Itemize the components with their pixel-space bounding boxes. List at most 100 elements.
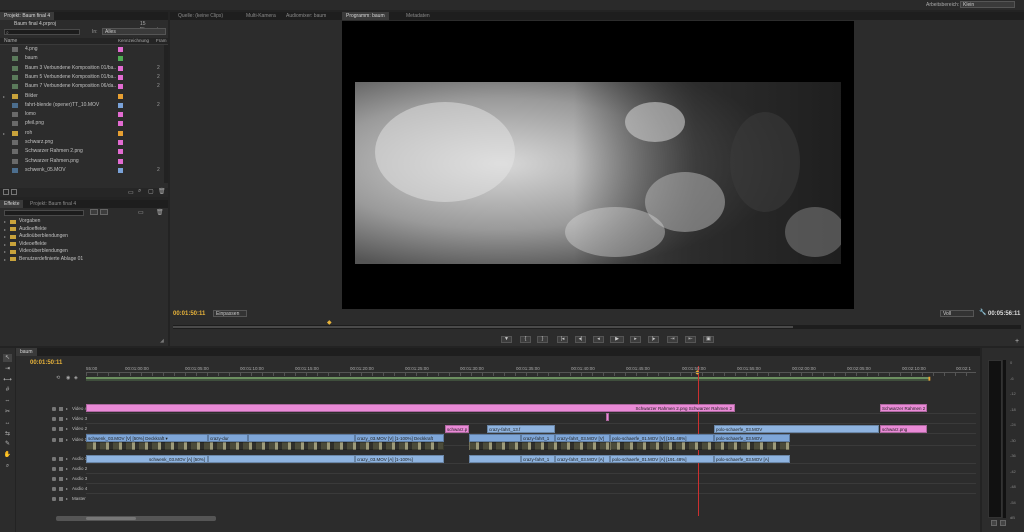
timeline-clip[interactable]: polo-schaerfe_01.MOV [V] [191.48%] xyxy=(610,434,714,442)
eye-icon[interactable] xyxy=(52,407,56,411)
timeline-clip-segment[interactable] xyxy=(248,434,355,442)
project-item[interactable]: Schwarzer Rahmen.png xyxy=(0,157,164,166)
timeline-clip[interactable]: crazy-dur xyxy=(208,434,248,442)
transport-button[interactable]: |◂ xyxy=(557,336,568,343)
track-header[interactable]: ▸ Audio 4 xyxy=(42,484,102,493)
label-color-swatch[interactable] xyxy=(118,56,123,62)
label-color-swatch[interactable] xyxy=(118,65,123,71)
project-item[interactable]: Baum 5 Verbundene Komposition 01/ba.. 2 xyxy=(0,73,164,82)
lock-icon[interactable] xyxy=(59,497,63,501)
label-color-swatch[interactable] xyxy=(118,121,123,127)
column-label[interactable]: Kennzeichnung xyxy=(118,38,149,43)
meter-solo-button[interactable] xyxy=(991,520,997,526)
project-item[interactable]: ▸ Bilder xyxy=(0,92,164,101)
meter-solo-button-2[interactable] xyxy=(1000,520,1006,526)
effects-folder-item[interactable]: ▸ Audioüberblendungen xyxy=(0,233,168,241)
track-select-tool-icon[interactable]: ⇥ xyxy=(3,365,12,373)
lock-icon[interactable] xyxy=(59,438,63,442)
program-viewer[interactable] xyxy=(342,21,854,309)
effects-folder-item[interactable]: ▸ Videoeffekte xyxy=(0,241,168,249)
rolling-edit-tool-icon[interactable]: # xyxy=(3,386,12,394)
zoom-tool-icon[interactable]: ⌕ xyxy=(3,462,12,470)
effects-folder-item[interactable]: ▸ Audioeffekte xyxy=(0,226,168,234)
project-item[interactable]: ▸ roh xyxy=(0,129,164,138)
disclosure-triangle-icon[interactable]: ▸ xyxy=(66,464,68,473)
disclosure-triangle-icon[interactable]: ▸ xyxy=(4,248,6,255)
speaker-icon[interactable] xyxy=(52,467,56,471)
add-button-icon[interactable]: + xyxy=(1015,338,1019,345)
new-bin-icon[interactable]: ▭ xyxy=(128,189,134,196)
monitor-scrubber[interactable] xyxy=(173,325,1021,329)
monitor-tab[interactable]: Programm: baum xyxy=(342,12,389,20)
disclosure-triangle-icon[interactable]: ▸ xyxy=(66,494,68,503)
eye-icon[interactable] xyxy=(52,438,56,442)
timeline-clip-segment[interactable] xyxy=(208,455,355,463)
label-color-swatch[interactable] xyxy=(118,140,123,145)
label-color-swatch[interactable] xyxy=(118,149,123,155)
effects-search-input[interactable] xyxy=(4,210,84,216)
lock-icon[interactable] xyxy=(59,457,63,461)
timeline-clip-segment[interactable] xyxy=(469,434,521,442)
track-header[interactable]: ▸ Master xyxy=(42,494,102,503)
disclosure-triangle-icon[interactable]: ▸ xyxy=(3,92,5,101)
timeline-clip[interactable]: crazy-fahrt_03.MOV [V] xyxy=(555,434,610,442)
timeline-clip[interactable]: polo-schaerfe_03.MOV [A] xyxy=(714,455,790,463)
timeline-clip[interactable]: crazy_03.MOV [A] [1-100%] xyxy=(355,455,444,463)
label-color-swatch[interactable] xyxy=(118,112,123,118)
timeline-clip[interactable]: schwarz.png xyxy=(880,425,927,433)
timeline-clip-segment[interactable] xyxy=(469,442,610,450)
track-header[interactable]: ▸ Video 2 xyxy=(42,424,102,433)
timeline-clip[interactable]: schwenk_03.MOV [V] [50%] Deckkraft ▾ xyxy=(86,434,208,442)
track-header[interactable]: ▸ Audio 3 xyxy=(42,474,102,483)
timeline-clip[interactable]: crazy-fahrt_13.f xyxy=(487,425,555,433)
track-header[interactable]: ▸ Video 3 xyxy=(42,414,102,423)
effects-resize-icon[interactable]: ◢ xyxy=(160,338,164,344)
project-item[interactable]: Baum 3 Verbundene Komposition 01/ba.. 2 xyxy=(0,64,164,73)
speaker-icon[interactable] xyxy=(52,477,56,481)
disclosure-triangle-icon[interactable]: ▸ xyxy=(66,474,68,483)
label-color-swatch[interactable] xyxy=(118,102,123,108)
transport-button[interactable]: ⇤ xyxy=(685,336,696,343)
track-header[interactable]: ▸ Audio 2 xyxy=(42,464,102,473)
disclosure-triangle-icon[interactable]: ▸ xyxy=(4,241,6,248)
new-item-icon[interactable]: ▢ xyxy=(148,188,154,195)
transport-button[interactable]: ▼ xyxy=(501,336,512,343)
quality-select[interactable]: Voll xyxy=(940,310,974,317)
project-item[interactable]: pfeil.png xyxy=(0,119,164,128)
eye-icon[interactable] xyxy=(52,427,56,431)
icon-view-icon[interactable] xyxy=(11,189,17,195)
disclosure-triangle-icon[interactable]: ▸ xyxy=(66,435,68,444)
effects-filter-icon-2[interactable] xyxy=(100,209,108,215)
effects-trash-icon[interactable]: 🗑 xyxy=(156,209,164,216)
disclosure-triangle-icon[interactable]: ▸ xyxy=(4,218,6,225)
effects-folder-item[interactable]: ▸ Benutzerdefinierte Ablage 01 xyxy=(0,256,168,264)
monitor-tab[interactable]: Multi-Kamera xyxy=(242,12,280,20)
timeline-clip-segment[interactable] xyxy=(469,455,521,463)
lock-icon[interactable] xyxy=(59,477,63,481)
time-ruler[interactable] xyxy=(86,372,976,376)
transport-button[interactable]: } xyxy=(537,336,548,343)
project-item[interactable]: schwenk_05.MOV 2 xyxy=(0,166,164,175)
tab-effects[interactable]: Effekte xyxy=(0,200,24,208)
timeline-clip-segment[interactable] xyxy=(610,442,790,450)
disclosure-triangle-icon[interactable]: ▸ xyxy=(4,233,6,240)
wrench-icon[interactable]: 🔧 xyxy=(979,309,986,316)
timeline-clip[interactable]: crazy-fahrt_1 xyxy=(521,434,555,442)
label-color-swatch[interactable] xyxy=(118,130,123,136)
disclosure-triangle-icon[interactable]: ▸ xyxy=(3,129,5,138)
tab-project-2[interactable]: Projekt: Baum final 4 xyxy=(26,200,80,208)
project-item[interactable]: fahrt-blende (opener)TT_10.MOV 2 xyxy=(0,101,164,110)
timeline-clip[interactable]: schwarz.p xyxy=(445,425,469,433)
effects-folder-item[interactable]: ▸ Vorgaben xyxy=(0,218,168,226)
tab-project[interactable]: Projekt: Baum final 4 xyxy=(0,12,55,20)
transport-button[interactable]: ▸ xyxy=(630,336,641,343)
hand-tool-icon[interactable]: ✋ xyxy=(3,451,12,459)
ripple-edit-tool-icon[interactable]: ⟷ xyxy=(3,376,12,384)
column-name[interactable]: Name xyxy=(4,38,17,44)
label-color-swatch[interactable] xyxy=(118,84,123,90)
project-item[interactable]: schwarz.png xyxy=(0,138,164,147)
disclosure-triangle-icon[interactable]: ▸ xyxy=(66,454,68,463)
timeline-scrollbar[interactable] xyxy=(56,516,216,521)
timeline-clip-segment[interactable] xyxy=(86,442,444,450)
lock-icon[interactable] xyxy=(59,427,63,431)
